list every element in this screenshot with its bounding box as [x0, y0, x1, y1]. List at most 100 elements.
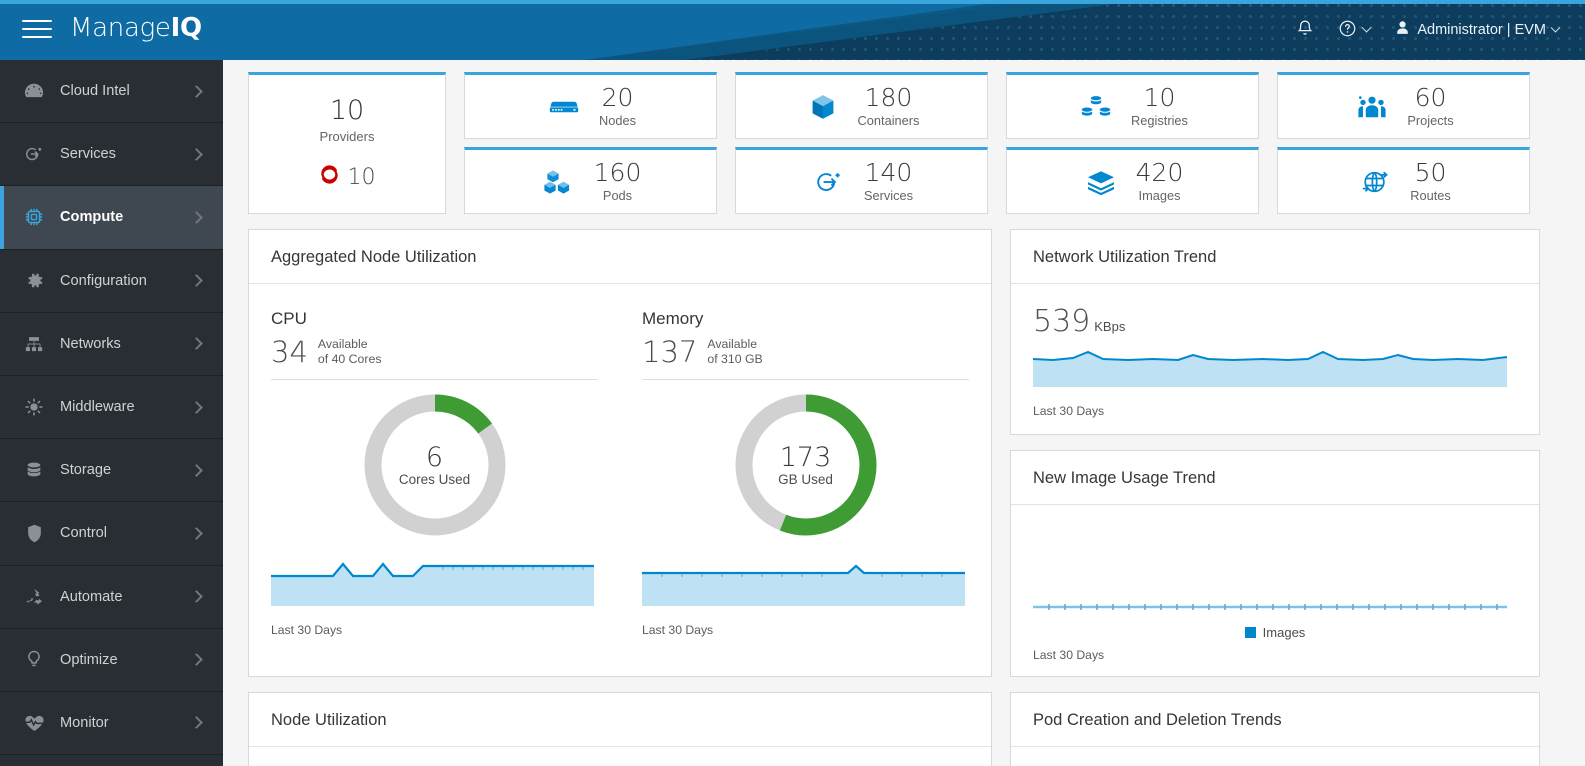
cpu-donut-unit: Cores Used — [398, 472, 471, 488]
memory-section: Memory 137 Available of 310 GB 173 GB Us… — [620, 284, 991, 651]
recycle-icon — [20, 585, 48, 609]
node-icon — [545, 96, 583, 118]
cpu-donut-value: 6 — [425, 441, 444, 473]
services-text: 140 Services — [864, 159, 913, 203]
user-menu[interactable]: Administrator | EVM — [1382, 0, 1571, 60]
memory-donut-center: 173 GB Used — [731, 390, 881, 540]
images-card[interactable]: 420 Images — [1006, 147, 1259, 214]
containers-count: 180 — [864, 82, 913, 112]
memory-donut-unit: GB Used — [778, 472, 833, 488]
aggregated-body: CPU 34 Available of 40 Cores 6 Cores Use… — [249, 284, 991, 651]
sidebar-item-control[interactable]: Control — [0, 502, 223, 566]
providers-label: Providers — [319, 129, 375, 144]
containers-services-column: 180 Containers 140 Services — [735, 72, 988, 214]
sidebar-item-compute[interactable]: Compute — [0, 186, 223, 250]
user-icon — [1394, 19, 1411, 41]
cpu-donut-chart: 6 Cores Used — [360, 390, 510, 540]
images-count: 420 — [1135, 157, 1184, 187]
help-circle-icon — [1338, 19, 1357, 42]
chevron-right-icon — [190, 84, 203, 98]
chevron-right-icon — [190, 653, 203, 667]
images-icon — [1082, 168, 1120, 196]
help-button[interactable] — [1326, 0, 1382, 60]
nodes-count: 20 — [601, 82, 634, 112]
new-image-usage-trend-panel: New Image Usage Trend Images Last 30 Day… — [1010, 450, 1540, 677]
services-card[interactable]: 140 Services — [735, 147, 988, 214]
dashboard-icon — [20, 79, 48, 103]
routes-card[interactable]: 50 Routes — [1277, 147, 1530, 214]
chevron-right-icon — [190, 274, 203, 288]
sidebar-item-monitor[interactable]: Monitor — [0, 692, 223, 756]
cpu-available-caption: Available of 40 Cores — [318, 337, 382, 367]
memory-available-value: 137 — [642, 334, 698, 369]
middleware-icon — [20, 395, 48, 419]
sidebar-item-middleware[interactable]: Middleware — [0, 376, 223, 440]
divider — [271, 379, 598, 380]
sidebar-item-storage[interactable]: Storage — [0, 439, 223, 503]
sidebar-item-networks[interactable]: Networks — [0, 313, 223, 376]
cpu-availability: 34 Available of 40 Cores — [271, 337, 598, 367]
sidebar-item-automate[interactable]: Automate — [0, 566, 223, 629]
memory-title: Memory — [642, 309, 704, 328]
containers-card[interactable]: 180 Containers — [735, 72, 988, 139]
registries-images-column: 10 Registries 420 Images — [1006, 72, 1259, 214]
brand-logo[interactable]: ManageIQ — [70, 13, 202, 43]
panel-title: Aggregated Node Utilization — [249, 230, 991, 284]
sidebar-item-label: Control — [60, 525, 108, 542]
nodes-card[interactable]: 20 Nodes — [464, 72, 717, 139]
panel-title: Network Utilization Trend — [1011, 230, 1539, 284]
memory-sparkline: Last 30 Days — [642, 554, 969, 637]
panel-title: Node Utilization — [249, 693, 991, 747]
sidebar-item-label: Optimize — [60, 651, 118, 668]
right-panels-column: Network Utilization Trend 539 KBps Last 3… — [1010, 229, 1540, 677]
image-usage-legend[interactable]: Images — [1033, 625, 1517, 640]
pods-icon — [540, 168, 578, 196]
registries-card[interactable]: 10 Registries — [1006, 72, 1259, 139]
sidebar-nav: Cloud Intel Services Compute Configurati… — [0, 60, 223, 766]
network-body: 539 KBps Last 30 Days — [1011, 284, 1539, 434]
registries-label: Registries — [1131, 113, 1188, 129]
services-icon — [810, 168, 848, 196]
sidebar-item-optimize[interactable]: Optimize — [0, 629, 223, 692]
image-usage-caption: Last 30 Days — [1033, 648, 1105, 662]
pods-card[interactable]: 160 Pods — [464, 147, 717, 214]
header-actions: Administrator | EVM — [1284, 0, 1571, 60]
network-value: 539 — [1033, 304, 1091, 339]
notifications-button[interactable] — [1284, 0, 1326, 60]
memory-trend-caption: Last 30 Days — [642, 623, 714, 637]
network-icon — [20, 332, 48, 356]
pods-label: Pods — [602, 188, 633, 204]
cpu-available-line1: Available — [317, 337, 368, 351]
app-header: ManageIQ Administrator | EVM — [0, 0, 1585, 60]
main-content: 10 Providers 10 20 Nodes 160 Pods 180 Co… — [223, 60, 1585, 766]
cpu-available-value: 34 — [271, 334, 308, 369]
providers-subrow: 10 — [319, 164, 376, 191]
hamburger-icon[interactable] — [22, 16, 52, 42]
lightbulb-icon — [20, 648, 48, 672]
sidebar-item-services[interactable]: Services — [0, 123, 223, 187]
legend-label: Images — [1262, 625, 1306, 640]
sidebar-item-label: Storage — [60, 462, 112, 479]
providers-card[interactable]: 10 Providers 10 — [248, 72, 446, 214]
gear-icon — [20, 269, 48, 293]
sidebar-item-label: Cloud Intel — [60, 83, 130, 100]
pods-count: 160 — [593, 157, 642, 187]
user-label: Administrator | EVM — [1417, 22, 1546, 38]
cpu-sparkline: Last 30 Days — [271, 554, 598, 637]
routes-icon — [1356, 168, 1394, 196]
chevron-right-icon — [190, 147, 203, 161]
chevron-right-icon — [190, 400, 203, 414]
projects-card[interactable]: 60 Projects — [1277, 72, 1530, 139]
node-utilization-panel: Node Utilization — [248, 692, 992, 766]
cpu-donut-wrap: 6 Cores Used — [271, 390, 598, 540]
sidebar-item-cloud-intel[interactable]: Cloud Intel — [0, 60, 223, 124]
image-usage-chart — [1033, 511, 1517, 621]
registry-icon — [1077, 93, 1115, 121]
sidebar-item-configuration[interactable]: Configuration — [0, 250, 223, 313]
registries-text: 10 Registries — [1131, 84, 1188, 129]
image-usage-body: Images Last 30 Days — [1011, 505, 1539, 676]
memory-donut-chart: 173 GB Used — [731, 390, 881, 540]
brand-prefix: Manage — [70, 13, 171, 43]
legend-color-swatch — [1244, 627, 1256, 638]
panels-row: Aggregated Node Utilization CPU 34 Avail… — [248, 229, 1563, 677]
